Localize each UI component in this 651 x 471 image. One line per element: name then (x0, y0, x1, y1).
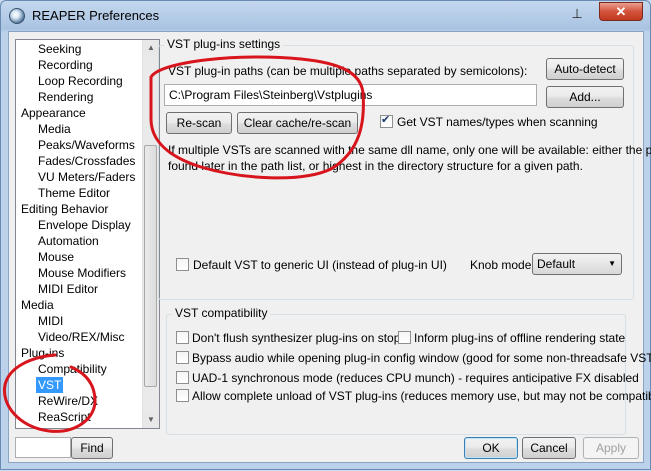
sidebar-item-vu-meters-faders[interactable]: VU Meters/Faders (38, 169, 135, 185)
bypass-audio-checkbox[interactable] (176, 351, 189, 364)
sidebar-item-recording[interactable]: Recording (38, 57, 93, 73)
sidebar-item-media[interactable]: Media (21, 297, 54, 313)
sidebar-item-fades-crossfades[interactable]: Fades/Crossfades (38, 153, 135, 169)
category-tree[interactable]: Seeking Recording Loop Recording Rendering A… (15, 39, 160, 429)
sidebar-item-plug-ins[interactable]: Plug-ins (21, 345, 64, 361)
sidebar-item-automation[interactable]: Automation (38, 233, 99, 249)
vst-paths-input[interactable]: C:\Program Files\Steinberg\Vstplugins (164, 84, 537, 106)
inform-offline-label[interactable]: Inform plug-ins of offline rendering sta… (414, 331, 625, 345)
sidebar-item-media[interactable]: Media (38, 121, 71, 137)
sidebar-item-loop-recording[interactable]: Loop Recording (38, 73, 123, 89)
vst-settings-group-title: VST plug-ins settings (164, 37, 284, 51)
dont-flush-synth-checkbox[interactable] (176, 331, 189, 344)
sidebar-item-rendering[interactable]: Rendering (38, 89, 93, 105)
preferences-window: REAPER Preferences ⊥ ✕ Seeking Recording L… (0, 0, 651, 470)
tree-scrollbar[interactable]: ▲ ▼ (142, 40, 159, 428)
allow-unload-label[interactable]: Allow complete unload of VST plug-ins (r… (192, 389, 651, 403)
clear-cache-rescan-button[interactable]: Clear cache/re-scan (237, 112, 358, 134)
title-bar[interactable]: REAPER Preferences ⊥ ✕ (1, 1, 650, 31)
knob-mode-label: Knob mode: (470, 258, 535, 272)
default-generic-ui-checkbox[interactable] (176, 258, 189, 271)
sidebar-item-video-rex-misc[interactable]: Video/REX/Misc (38, 329, 124, 345)
bypass-audio-label[interactable]: Bypass audio while opening plug-in confi… (192, 351, 651, 365)
rescan-button[interactable]: Re-scan (166, 112, 232, 134)
uad-sync-checkbox[interactable] (176, 371, 189, 384)
sidebar-item-vst[interactable]: VST (36, 377, 64, 393)
auto-detect-button[interactable]: Auto-detect (546, 58, 624, 80)
client-area: Seeking Recording Loop Recording Rendering A… (8, 31, 651, 463)
inform-offline-checkbox[interactable] (398, 331, 411, 344)
cancel-button[interactable]: Cancel (522, 437, 576, 459)
info-text-line1: If multiple VSTs are scanned with the sa… (168, 143, 651, 157)
get-vst-names-label[interactable]: Get VST names/types when scanning (397, 115, 598, 129)
dont-flush-synth-label[interactable]: Don't flush synthesizer plug-ins on stop (192, 331, 400, 345)
knob-mode-value: Default (537, 257, 576, 271)
scroll-thumb[interactable] (144, 145, 157, 387)
sidebar-item-midi[interactable]: MIDI (38, 313, 63, 329)
find-button[interactable]: Find (71, 437, 113, 459)
scroll-up-arrow-icon[interactable]: ▲ (143, 40, 159, 56)
info-text-line2: found later in the path list, or highest… (168, 159, 583, 173)
sidebar-item-peaks-waveforms[interactable]: Peaks/Waveforms (38, 137, 135, 153)
default-generic-ui-label[interactable]: Default VST to generic UI (instead of pl… (193, 258, 447, 272)
window-title: REAPER Preferences (32, 8, 160, 23)
get-vst-names-checkbox[interactable] (380, 113, 393, 128)
sidebar-item-seeking[interactable]: Seeking (38, 41, 81, 57)
sidebar-item-reascript[interactable]: ReaScript (38, 409, 91, 425)
uad-sync-label[interactable]: UAD-1 synchronous mode (reduces CPU munc… (192, 371, 639, 385)
knob-mode-select[interactable]: Default ▼ (532, 253, 622, 275)
allow-unload-checkbox[interactable] (176, 389, 189, 402)
sidebar-item-mouse-modifiers[interactable]: Mouse Modifiers (38, 265, 126, 281)
scroll-down-arrow-icon[interactable]: ▼ (143, 412, 159, 428)
vst-paths-label: VST plug-in paths (can be multiple paths… (168, 64, 528, 78)
reaper-app-icon (9, 8, 25, 24)
sidebar-item-rewire-dx[interactable]: ReWire/DX (38, 393, 98, 409)
sidebar-item-theme-editor[interactable]: Theme Editor (38, 185, 110, 201)
close-button[interactable]: ✕ (599, 2, 643, 21)
add-path-button[interactable]: Add... (546, 86, 624, 108)
dropdown-arrow-icon: ▼ (608, 259, 616, 268)
sidebar-item-envelope-display[interactable]: Envelope Display (38, 217, 131, 233)
sidebar-item-compatibility[interactable]: Compatibility (38, 361, 107, 377)
sidebar-item-midi-editor[interactable]: MIDI Editor (38, 281, 98, 297)
sidebar-item-mouse[interactable]: Mouse (38, 249, 74, 265)
find-input[interactable] (15, 437, 71, 458)
vst-compatibility-group-title: VST compatibility (172, 306, 271, 320)
pin-icon[interactable]: ⊥ (566, 5, 588, 23)
ok-button[interactable]: OK (464, 437, 518, 459)
sidebar-item-editing-behavior[interactable]: Editing Behavior (21, 201, 108, 217)
apply-button[interactable]: Apply (583, 437, 639, 459)
sidebar-item-appearance[interactable]: Appearance (21, 105, 86, 121)
